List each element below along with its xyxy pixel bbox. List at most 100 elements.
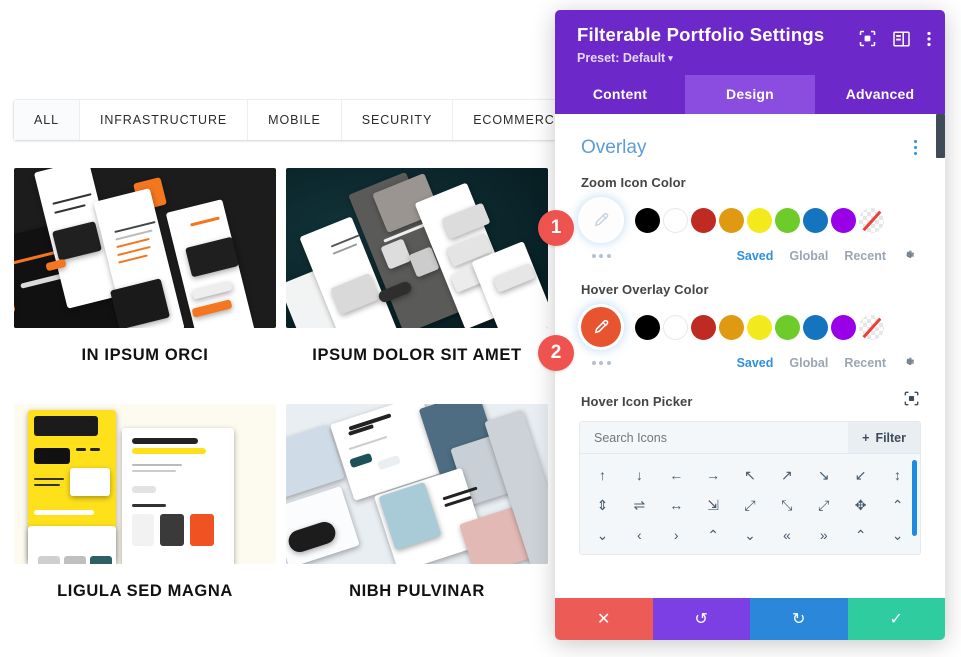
color-tab-global[interactable]: Global (789, 356, 828, 370)
filter-tab-security[interactable]: SECURITY (342, 100, 454, 140)
portfolio-item-title[interactable]: IPSUM DOLOR SIT AMET (286, 344, 548, 368)
portfolio-item-title[interactable]: LIGULA SED MAGNA (14, 580, 276, 604)
portfolio-item[interactable]: IPSUM DOLOR SIT AMET (286, 168, 548, 368)
icon-option[interactable]: ↗ (768, 460, 805, 490)
color-preset-white[interactable] (663, 314, 688, 340)
icon-option[interactable]: ⌃ (695, 520, 732, 550)
save-button[interactable]: ✓ (847, 598, 945, 640)
color-preset-yellow[interactable] (747, 314, 772, 340)
panel-scrollbar[interactable] (936, 114, 945, 159)
icon-option[interactable]: ↕ (879, 460, 916, 490)
portfolio-thumbnail[interactable] (14, 168, 276, 328)
tab-advanced[interactable]: Advanced (815, 75, 945, 114)
ellipsis-icon[interactable] (581, 361, 621, 366)
icon-option[interactable]: ↙ (842, 460, 879, 490)
gear-icon[interactable] (902, 248, 916, 264)
portfolio-item[interactable]: IN IPSUM ORCI (14, 168, 276, 368)
icon-option[interactable]: ‹ (621, 520, 658, 550)
undo-button[interactable]: ↺ (652, 598, 750, 640)
modal-tabs: Content Design Advanced (555, 75, 945, 115)
icon-option[interactable]: ↔ (658, 490, 695, 520)
icon-option[interactable]: « (768, 520, 805, 550)
icon-option[interactable]: ⌄ (732, 520, 769, 550)
color-preset-black[interactable] (635, 207, 660, 233)
color-preset-purple[interactable] (831, 207, 856, 233)
color-preset-red[interactable] (691, 207, 716, 233)
portfolio-thumbnail[interactable] (286, 403, 548, 564)
icon-option[interactable]: ⇌ (621, 490, 658, 520)
icon-picker: + Filter ↑ ↓ ← → ↖ ↗ ↘ ↙ ↕ ⇕ ⇌ (579, 421, 921, 556)
icon-option[interactable]: ← (658, 460, 695, 490)
color-tab-global[interactable]: Global (789, 249, 828, 263)
portfolio-item-title[interactable]: NIBH PULVINAR (286, 580, 548, 604)
color-preset-blue[interactable] (803, 207, 828, 233)
color-preset-green[interactable] (775, 207, 800, 233)
filter-button-label: Filter (875, 430, 906, 445)
color-preset-green[interactable] (775, 314, 800, 340)
color-preset-orange[interactable] (719, 314, 744, 340)
cancel-button[interactable]: ✕ (555, 598, 653, 640)
color-preset-blue[interactable] (803, 314, 828, 340)
color-tab-recent[interactable]: Recent (844, 249, 886, 263)
portfolio-thumbnail[interactable] (286, 168, 548, 328)
color-preset-white[interactable] (663, 207, 688, 233)
color-tab-saved[interactable]: Saved (737, 249, 774, 263)
filter-button[interactable]: + Filter (848, 422, 920, 454)
preset-selector[interactable]: Preset: Default ▾ (577, 51, 927, 65)
icon-option[interactable]: ↖ (732, 460, 769, 490)
portfolio-row: IN IPSUM ORCI IPSUM DOLOR SIT AMET (14, 168, 570, 368)
icon-option[interactable]: → (695, 460, 732, 490)
selected-color-swatch[interactable] (581, 200, 621, 241)
portfolio-item[interactable]: NIBH PULVINAR (286, 403, 548, 604)
icon-option[interactable]: ⌄ (584, 520, 621, 550)
color-preset-yellow[interactable] (747, 207, 772, 233)
selected-color-swatch[interactable] (581, 307, 621, 348)
focus-target-icon[interactable] (859, 30, 876, 47)
icon-option[interactable]: ↑ (584, 460, 621, 490)
annotation-badge-1: 1 (538, 210, 574, 246)
icon-option[interactable]: ↓ (621, 460, 658, 490)
portfolio-item-title[interactable]: IN IPSUM ORCI (14, 344, 276, 368)
icon-option[interactable]: ⤢ (732, 490, 769, 520)
color-swatch-row (581, 200, 919, 241)
icon-grid-scrollbar[interactable] (912, 460, 917, 537)
color-options-row: Saved Global Recent (581, 355, 919, 371)
icon-option[interactable]: ⌄ (879, 520, 916, 550)
portfolio-thumbnail[interactable] (14, 403, 276, 564)
icon-option[interactable]: ⇲ (695, 490, 732, 520)
tab-content[interactable]: Content (555, 75, 685, 114)
tab-design[interactable]: Design (685, 75, 815, 115)
icon-option[interactable]: » (805, 520, 842, 550)
color-preset-orange[interactable] (719, 207, 744, 233)
color-preset-transparent[interactable] (859, 207, 884, 233)
redo-button[interactable]: ↻ (750, 598, 848, 640)
icon-option[interactable]: ⌃ (879, 490, 916, 520)
gear-icon[interactable] (902, 355, 916, 371)
color-preset-purple[interactable] (831, 314, 856, 340)
portfolio-item[interactable]: LIGULA SED MAGNA (14, 403, 276, 604)
icon-option[interactable]: ↘ (805, 460, 842, 490)
ellipsis-icon[interactable] (581, 254, 621, 259)
icon-option[interactable]: ⤢ (805, 490, 842, 520)
panel-layout-icon[interactable] (893, 31, 910, 47)
overlay-section-header: Overlay (555, 114, 945, 159)
field-label: Hover Icon Picker (581, 393, 693, 409)
icon-option[interactable]: ⌃ (842, 520, 879, 550)
icon-option[interactable]: ✥ (842, 490, 879, 520)
section-menu-icon[interactable] (910, 136, 921, 159)
icon-option[interactable]: ⤡ (768, 490, 805, 520)
color-preset-black[interactable] (635, 314, 660, 340)
filter-tab-mobile[interactable]: MOBILE (248, 100, 342, 140)
icon-option[interactable]: › (658, 520, 695, 550)
kebab-menu-icon[interactable] (927, 31, 931, 47)
filter-tab-infrastructure[interactable]: INFRASTRUCTURE (80, 100, 249, 140)
color-preset-red[interactable] (691, 314, 716, 340)
icon-option[interactable]: ⇕ (584, 490, 621, 520)
color-preset-transparent[interactable] (859, 314, 884, 340)
filter-tab-all[interactable]: ALL (14, 100, 80, 140)
focus-target-icon[interactable] (904, 391, 919, 411)
color-tab-saved[interactable]: Saved (737, 356, 774, 370)
color-options-row: Saved Global Recent (581, 248, 919, 264)
search-input[interactable] (580, 422, 849, 454)
color-tab-recent[interactable]: Recent (844, 356, 886, 370)
